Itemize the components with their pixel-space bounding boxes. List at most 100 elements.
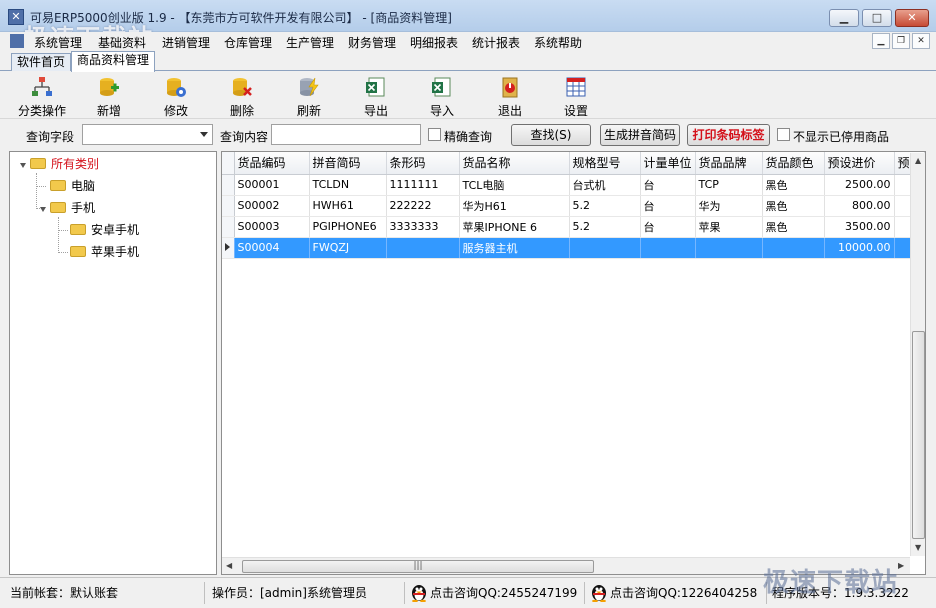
query-content-input[interactable] bbox=[271, 124, 421, 145]
tab-product-management[interactable]: 商品资料管理 bbox=[71, 51, 156, 72]
menu-system[interactable]: 系统管理 bbox=[34, 34, 82, 51]
cell-name[interactable]: 服务器主机 bbox=[459, 237, 570, 259]
cell-pinyin[interactable]: TCLDN bbox=[309, 174, 387, 196]
print-barcode-button[interactable]: 打印条码标签 bbox=[687, 124, 770, 146]
menu-production[interactable]: 生产管理 bbox=[286, 34, 334, 51]
collapse-phone-icon[interactable] bbox=[40, 207, 46, 212]
tree-node-apple[interactable]: 苹果手机 bbox=[70, 243, 140, 261]
scroll-right-icon[interactable]: ▶ bbox=[898, 561, 904, 571]
grid-vertical-scrollbar[interactable]: ▲ ▼ bbox=[910, 153, 925, 556]
cell-spec[interactable]: 5.2 bbox=[569, 216, 641, 238]
collapse-root-icon[interactable] bbox=[20, 163, 26, 168]
cell-spec[interactable] bbox=[569, 237, 641, 259]
table-row[interactable]: S00001 TCLDN 1111111 TCL电脑 台式机 台 TCP 黑色 … bbox=[222, 174, 925, 196]
cell-color[interactable]: 黑色 bbox=[762, 195, 825, 217]
grid-horizontal-scrollbar[interactable]: ◀ ||| ▶ bbox=[222, 557, 910, 574]
table-row[interactable]: S00003 PGIPHONE6 3333333 苹果IPHONE 6 5.2 … bbox=[222, 216, 925, 238]
cell-code[interactable]: S00004 bbox=[234, 237, 310, 259]
tree-node-phone[interactable]: 手机 bbox=[50, 199, 96, 217]
tree-node-computer[interactable]: 电脑 bbox=[50, 177, 96, 195]
find-button[interactable]: 查找(S) bbox=[511, 124, 591, 146]
generate-pinyin-button[interactable]: 生成拼音简码 bbox=[600, 124, 680, 146]
menu-finance[interactable]: 财务管理 bbox=[348, 34, 396, 51]
settings-button[interactable]: 设置 bbox=[551, 76, 601, 118]
cell-code[interactable]: S00002 bbox=[234, 195, 310, 217]
col-header-unit[interactable]: 计量单位 bbox=[640, 152, 696, 175]
query-field-select[interactable] bbox=[82, 124, 213, 145]
cell-barcode[interactable]: 3333333 bbox=[386, 216, 460, 238]
scroll-left-icon[interactable]: ◀ bbox=[226, 561, 232, 571]
col-header-brand[interactable]: 货品品牌 bbox=[695, 152, 763, 175]
cell-barcode[interactable]: 222222 bbox=[386, 195, 460, 217]
row-header[interactable] bbox=[222, 216, 235, 238]
cell-pinyin[interactable]: PGIPHONE6 bbox=[309, 216, 387, 238]
table-row-selected[interactable]: S00004 FWQZJ 服务器主机 10000.00 bbox=[222, 237, 925, 259]
menu-warehouse[interactable]: 仓库管理 bbox=[224, 34, 272, 51]
export-button[interactable]: 导出 bbox=[351, 76, 401, 118]
col-header-code[interactable]: 货品编码 bbox=[234, 152, 310, 175]
category-button[interactable]: 分类操作 bbox=[17, 76, 67, 118]
cell-name[interactable]: TCL电脑 bbox=[459, 174, 570, 196]
cell-unit[interactable]: 台 bbox=[640, 174, 696, 196]
cell-code[interactable]: S00003 bbox=[234, 216, 310, 238]
scroll-down-icon[interactable]: ▼ bbox=[915, 543, 921, 553]
mdi-restore-button[interactable]: ❐ bbox=[892, 33, 910, 49]
refresh-button[interactable]: 刷新 bbox=[284, 76, 334, 118]
tree-node-all[interactable]: 所有类别 bbox=[30, 155, 100, 173]
col-header-color[interactable]: 货品颜色 bbox=[762, 152, 825, 175]
cell-name[interactable]: 苹果IPHONE 6 bbox=[459, 216, 570, 238]
col-header-name[interactable]: 货品名称 bbox=[459, 152, 570, 175]
mdi-minimize-button[interactable]: ▁ bbox=[872, 33, 890, 49]
menu-detail-reports[interactable]: 明细报表 bbox=[410, 34, 458, 51]
row-header[interactable] bbox=[222, 174, 235, 196]
mdi-close-button[interactable]: ✕ bbox=[912, 33, 930, 49]
cell-brand[interactable]: 苹果 bbox=[695, 216, 763, 238]
cell-color[interactable] bbox=[762, 237, 825, 259]
horizontal-scroll-thumb[interactable]: ||| bbox=[242, 560, 594, 573]
cell-color[interactable]: 黑色 bbox=[762, 216, 825, 238]
qq-support-1[interactable]: 点击咨询QQ:2455247199 bbox=[410, 582, 577, 604]
table-row[interactable]: S00002 HWH61 222222 华为H61 5.2 台 华为 黑色 80… bbox=[222, 195, 925, 217]
cell-spec[interactable]: 5.2 bbox=[569, 195, 641, 217]
vertical-scroll-thumb[interactable] bbox=[912, 331, 925, 539]
cell-name[interactable]: 华为H61 bbox=[459, 195, 570, 217]
edit-button[interactable]: 修改 bbox=[151, 76, 201, 118]
row-header[interactable] bbox=[222, 237, 235, 259]
cell-color[interactable]: 黑色 bbox=[762, 174, 825, 196]
col-header-pinyin[interactable]: 拼音简码 bbox=[309, 152, 387, 175]
hide-disabled-checkbox[interactable] bbox=[777, 128, 790, 141]
menu-help[interactable]: 系统帮助 bbox=[534, 34, 582, 51]
cell-price[interactable]: 10000.00 bbox=[824, 237, 895, 259]
minimize-button[interactable]: ▁ bbox=[829, 9, 859, 27]
maximize-button[interactable]: □ bbox=[862, 9, 892, 27]
cell-pinyin[interactable]: HWH61 bbox=[309, 195, 387, 217]
cell-pinyin[interactable]: FWQZJ bbox=[309, 237, 387, 259]
cell-code[interactable]: S00001 bbox=[234, 174, 310, 196]
exit-button[interactable]: 退出 bbox=[485, 76, 535, 118]
close-button[interactable]: ✕ bbox=[895, 9, 929, 27]
delete-button[interactable]: 删除 bbox=[217, 76, 267, 118]
scroll-up-icon[interactable]: ▲ bbox=[915, 156, 921, 166]
menu-basic-data[interactable]: 基础资料 bbox=[98, 34, 146, 51]
cell-price[interactable]: 800.00 bbox=[824, 195, 895, 217]
menu-sales[interactable]: 进销管理 bbox=[162, 34, 210, 51]
cell-brand[interactable]: TCP bbox=[695, 174, 763, 196]
cell-brand[interactable] bbox=[695, 237, 763, 259]
cell-brand[interactable]: 华为 bbox=[695, 195, 763, 217]
cell-barcode[interactable] bbox=[386, 237, 460, 259]
cell-price[interactable]: 2500.00 bbox=[824, 174, 895, 196]
add-button[interactable]: 新增 bbox=[84, 76, 134, 118]
cell-barcode[interactable]: 1111111 bbox=[386, 174, 460, 196]
menu-stat-reports[interactable]: 统计报表 bbox=[472, 34, 520, 51]
cell-unit[interactable]: 台 bbox=[640, 216, 696, 238]
col-header-price[interactable]: 预设进价 bbox=[824, 152, 895, 175]
tree-node-android[interactable]: 安卓手机 bbox=[70, 221, 140, 239]
cell-price[interactable]: 3500.00 bbox=[824, 216, 895, 238]
exact-query-checkbox[interactable] bbox=[428, 128, 441, 141]
cell-unit[interactable]: 台 bbox=[640, 195, 696, 217]
qq-support-2[interactable]: 点击咨询QQ:1226404258 bbox=[590, 582, 757, 604]
cell-spec[interactable]: 台式机 bbox=[569, 174, 641, 196]
col-header-spec[interactable]: 规格型号 bbox=[569, 152, 641, 175]
col-header-barcode[interactable]: 条形码 bbox=[386, 152, 460, 175]
import-button[interactable]: 导入 bbox=[417, 76, 467, 118]
